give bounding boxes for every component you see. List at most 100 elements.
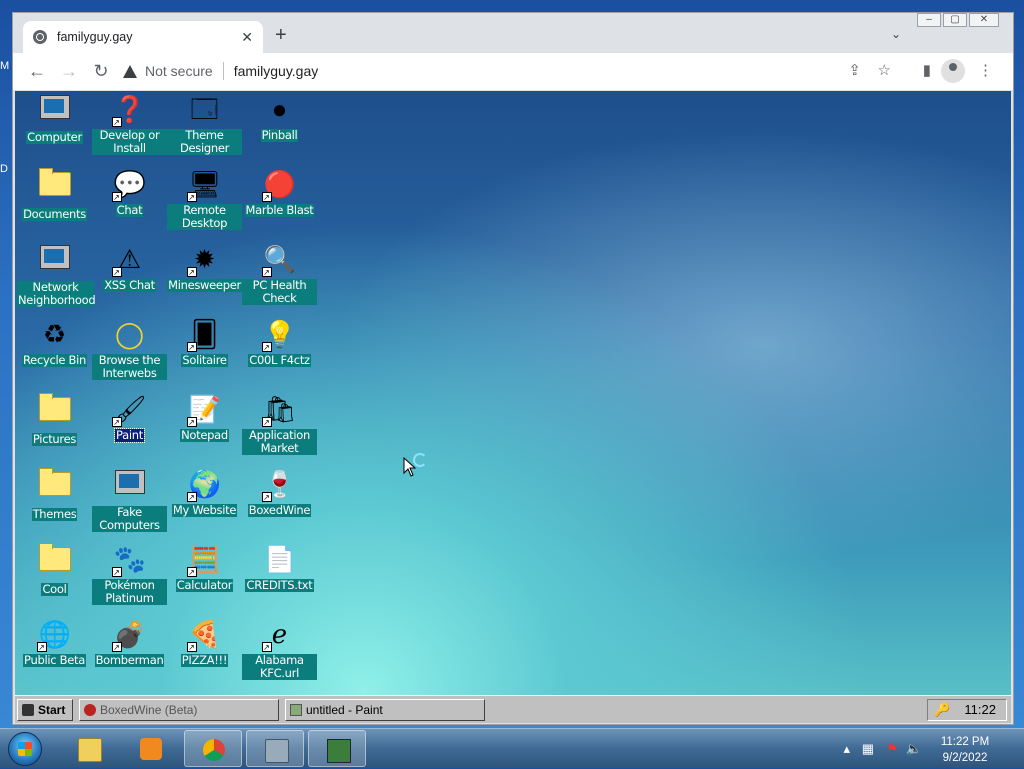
chrome-icon [203,739,225,761]
desktop-icon-notepad[interactable]: 📝 ↗ Notepad [167,391,242,466]
tab-strip: familyguy.gay ✕ + ⌄ – ▢ ✕ [13,13,1013,53]
start-button[interactable]: Start [17,699,73,721]
desktop-icon-alabama-kfc[interactable]: ℯ ↗ Alabama KFC.url [242,616,317,691]
desktop-icon-recycle-bin[interactable]: ♻ Recycle Bin [17,316,92,391]
tab-title: familyguy.gay [57,30,133,44]
icon-label: Notepad [180,428,229,442]
url-text[interactable]: familyguy.gay [234,63,319,79]
desktop-icon-minesweeper[interactable]: ✹ ↗ Minesweeper [167,241,242,316]
desktop-icon-fake-computers[interactable]: Fake Computers [92,466,167,541]
profile-avatar[interactable] [941,59,965,83]
desktop-icon-calculator[interactable]: 🧮 ↗ Calculator [167,541,242,616]
win7-clock[interactable]: 11:22 PM 9/2/2022 [930,734,1000,766]
desktop-edge-label: D [0,163,8,175]
globe-icon [33,30,47,44]
desktop-icon-xss-chat[interactable]: ⚠ ↗ XSS Chat [92,241,167,316]
remote-desktop-icon: 🖥 ↗ [186,169,222,202]
share-icon[interactable]: ⇪ [848,61,861,79]
desktop-icon-paint[interactable]: 🖌 ↗ Paint [92,391,167,466]
browser-tab[interactable]: familyguy.gay ✕ [23,21,263,53]
desktop-icon-app-market[interactable]: 🛍 ↗ Application Market [242,391,317,466]
icon-label: Themes [31,507,78,521]
desktop-icon-pokemon[interactable]: 🐾 ↗ Pokémon Platinum [92,541,167,616]
system-tray: 🔑 11:22 [927,699,1007,721]
task-paint[interactable]: untitled - Paint [285,699,485,721]
volume-icon[interactable]: 🔈 [906,741,922,757]
address-bar[interactable]: Not secure familyguy.gay [123,57,893,85]
side-panel-icon[interactable]: ▮ [923,61,931,79]
icon-label: Fake Computers [92,506,167,532]
desktop-icon-computer[interactable]: Computer [17,91,92,166]
recycle-bin-icon: ♻ [42,319,67,349]
minimize-button[interactable]: – [917,13,941,27]
tab-close-icon[interactable]: ✕ [241,29,253,46]
icon-label: Chat [115,203,144,217]
warning-chat-icon: ⚠ ↗ [111,244,142,277]
windows-start-orb[interactable] [8,732,42,766]
task-boxedwine[interactable]: BoxedWine (Beta) [79,699,279,721]
desktop-icon-public-beta[interactable]: 🌐 ↗ Public Beta [17,616,92,691]
forward-button[interactable]: → [53,61,85,82]
chrome-taskbar-button[interactable] [184,730,242,767]
lightbulb-icon: 💡 ↗ [261,319,296,352]
icon-label: Computer [26,130,83,144]
desktop-icon-boxedwine[interactable]: 🍷 ↗ BoxedWine [242,466,317,541]
clock-time: 11:22 PM [940,736,990,748]
desktop-icon-documents[interactable]: Documents [17,166,92,241]
task-label: BoxedWine (Beta) [100,703,198,717]
desktop-icon-marble-blast[interactable]: 🔴 ↗ Marble Blast [242,166,317,241]
desktop-icon-pictures[interactable]: Pictures [17,391,92,466]
show-hidden-icons-icon[interactable]: ▴ [843,741,850,757]
icon-label: My Website [171,503,238,517]
network-icon[interactable]: ▦ [862,741,874,757]
icon-label: Develop or Install [92,129,167,155]
desktop-icon-theme-designer[interactable]: 🗔 Theme Designer [167,91,242,166]
web-desktop: Computer Documents Network Neighborhood … [15,91,1011,723]
tab-search-chevron-icon[interactable]: ⌄ [891,27,901,41]
desktop-icon-remote-desktop[interactable]: 🖥 ↗ Remote Desktop [167,166,242,241]
icon-label: Public Beta [23,653,86,667]
desktop-icon-browse[interactable]: ◯ Browse the Interwebs [92,316,167,391]
icon-label: Cool [41,582,68,596]
computer-icon [39,95,70,119]
desktop-icon-credits[interactable]: 📄 CREDITS.txt [242,541,317,616]
desktop-icon-chat[interactable]: 💬 ↗ Chat [92,166,167,241]
chat-bubble-icon: 💬 ↗ [111,169,146,202]
shopping-bag-icon: 🛍 ↗ [261,394,297,427]
back-button[interactable]: ← [21,61,53,82]
new-tab-button[interactable]: + [275,25,287,45]
desktop-icon-themes[interactable]: Themes [17,466,92,541]
desktop-icon-my-website[interactable]: 🌍 ↗ My Website [167,466,242,541]
pinball-ball-icon: ● [271,94,288,124]
desktop-icon-pc-health[interactable]: 🔍 ↗ PC Health Check [242,241,317,316]
calculator-icon: 🧮 ↗ [186,544,221,577]
icon-label: Pinball [260,128,299,142]
icon-label: Recycle Bin [22,353,87,367]
maximize-button[interactable]: ▢ [943,13,967,27]
desktop-icon-develop[interactable]: ❓ ↗ Develop or Install [92,91,167,166]
paint-icon [290,704,302,716]
desktop-icon-network[interactable]: Network Neighborhood [17,241,96,316]
desktop-icon-pizza[interactable]: 🍕 ↗ PIZZA!!! [167,616,242,691]
icon-label: Theme Designer [167,129,242,155]
close-window-button[interactable]: ✕ [969,13,999,27]
cards-icon: 🂠 ↗ [186,319,218,352]
not-secure-label[interactable]: Not secure [145,63,213,79]
bookmark-star-icon[interactable]: ☆ [878,61,891,79]
browser-ring-icon: ◯ [114,319,145,349]
desktop-icon-bomberman[interactable]: 💣 ↗ Bomberman [92,616,167,691]
action-center-flag-icon[interactable]: ⚑ [886,741,898,757]
desktop-icon-cool[interactable]: Cool [17,541,92,616]
menu-kebab-icon[interactable]: ⋮ [978,61,993,79]
explorer-taskbar-button[interactable] [60,730,118,767]
network-taskbar-button[interactable] [246,730,304,767]
desktop-icon-solitaire[interactable]: 🂠 ↗ Solitaire [167,316,242,391]
desktop-icon-cool-facts[interactable]: 💡 ↗ C00L F4ctz [242,316,317,391]
icon-label: Alabama KFC.url [242,654,317,680]
icon-label: CREDITS.txt [245,578,314,592]
reload-button[interactable]: ↻ [85,61,117,82]
icon-label: Browse the Interwebs [92,354,167,380]
desktop-icon-pinball[interactable]: ● Pinball [242,91,317,166]
media-player-taskbar-button[interactable] [122,730,180,767]
screen-taskbar-button[interactable] [308,730,366,767]
